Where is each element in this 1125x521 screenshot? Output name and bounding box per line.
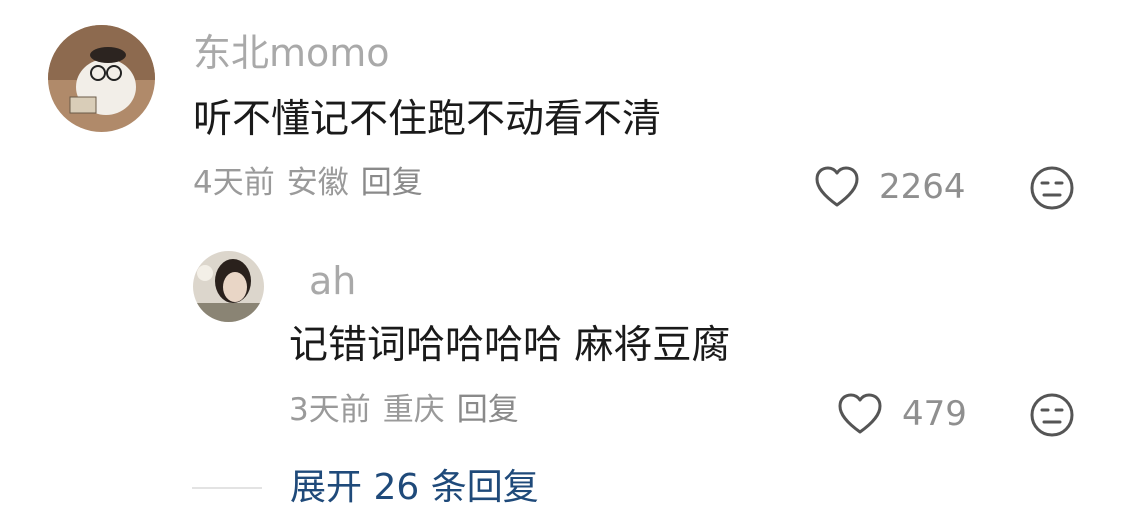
reply-time: 3天前 — [289, 392, 371, 428]
comment-time: 4天前 — [193, 165, 275, 201]
reply-location: 重庆 — [382, 392, 445, 428]
expand-divider — [192, 487, 262, 489]
like-button[interactable]: 2264 — [813, 165, 966, 209]
comment-text: 听不懂记不住跑不动看不清 — [193, 97, 662, 142]
reply-avatar[interactable] — [193, 251, 264, 322]
like-count: 2264 — [879, 167, 966, 207]
dislike-button[interactable] — [1029, 165, 1075, 215]
comment-thread: 东北momo 听不懂记不住跑不动看不清 4天前 安徽 回复 2264 ah 记错词哈… — [0, 0, 1125, 521]
reply-username[interactable]: ah — [309, 262, 356, 300]
reply-reply-button[interactable]: 回复 — [457, 392, 519, 428]
reply-like-count: 479 — [902, 394, 967, 434]
neutral-face-icon — [1030, 166, 1074, 210]
reply-text: 记错词哈哈哈哈 麻将豆腐 — [289, 323, 731, 368]
comment-username[interactable]: 东北momo — [193, 34, 390, 72]
avatar[interactable] — [48, 25, 155, 132]
reply-avatar-image — [193, 251, 264, 322]
avatar-image — [48, 25, 155, 132]
expand-replies[interactable]: 展开 26 条回复 — [192, 470, 539, 506]
comment-meta: 4天前 安徽 回复 — [193, 168, 435, 199]
reply-meta: 3天前 重庆 回复 — [289, 395, 531, 426]
reply-like-button[interactable]: 479 — [836, 392, 967, 436]
neutral-face-icon — [1030, 393, 1074, 437]
heart-outline-icon — [815, 166, 859, 207]
heart-outline-icon — [838, 393, 882, 434]
expand-replies-button[interactable]: 展开 26 条回复 — [290, 470, 539, 506]
comment-location: 安徽 — [286, 165, 349, 201]
reply-button[interactable]: 回复 — [361, 165, 423, 201]
reply-dislike-button[interactable] — [1029, 392, 1075, 442]
